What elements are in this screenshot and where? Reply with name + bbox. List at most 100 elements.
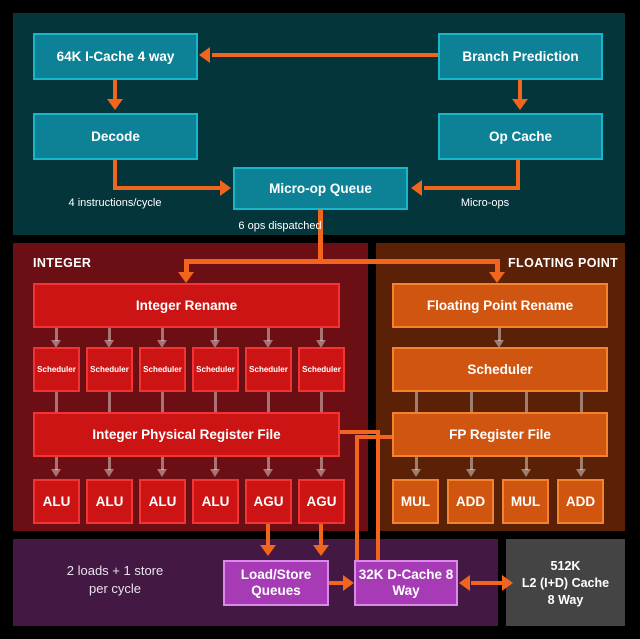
connector-opcache-to-queue <box>424 186 520 190</box>
block-integer-alu-1-label: ALU <box>42 493 71 509</box>
arrowhead-opcache-to-queue <box>411 180 422 196</box>
arrowhead-dcache-l2-left <box>459 575 470 591</box>
block-fp-mul-2[interactable]: MUL <box>502 479 549 524</box>
connector-decode-to-queue <box>113 186 221 190</box>
block-icache[interactable]: 64K I-Cache 4 way <box>33 33 198 80</box>
block-d-cache-label: 32K D-Cache 8 Way <box>358 567 454 598</box>
arrowhead-sched-exec-6 <box>316 469 326 477</box>
block-branch-prediction[interactable]: Branch Prediction <box>438 33 603 80</box>
block-integer-register-file[interactable]: Integer Physical Register File <box>33 412 340 457</box>
block-decode[interactable]: Decode <box>33 113 198 160</box>
block-integer-alu-4[interactable]: ALU <box>192 479 239 524</box>
connector-fprf-left <box>355 435 395 439</box>
arrowhead-sched-exec-1 <box>51 469 61 477</box>
arrowhead-fp-sched-exec-2 <box>466 469 476 477</box>
block-branch-prediction-label: Branch Prediction <box>462 48 579 64</box>
connector-dispatch-trunk <box>318 210 323 263</box>
arrowhead-lsq-to-dcache <box>343 575 354 591</box>
connector-icache-to-decode <box>113 80 117 100</box>
connector-iprf-down-to-dcache <box>376 430 380 560</box>
block-integer-scheduler-1[interactable]: Scheduler <box>33 347 80 392</box>
block-microop-queue[interactable]: Micro-op Queue <box>233 167 408 210</box>
block-d-cache[interactable]: 32K D-Cache 8 Way <box>354 560 458 606</box>
block-integer-agu-1[interactable]: AGU <box>245 479 292 524</box>
arrowhead-icache-to-decode <box>107 99 123 110</box>
arrowhead-bp-to-opcache <box>512 99 528 110</box>
arrowhead-sched-exec-2 <box>104 469 114 477</box>
block-fp-add-1[interactable]: ADD <box>447 479 494 524</box>
block-icache-label: 64K I-Cache 4 way <box>56 48 175 64</box>
block-integer-alu-1[interactable]: ALU <box>33 479 80 524</box>
block-fp-mul-1-label: MUL <box>400 493 431 509</box>
arrowhead-decode-to-queue <box>220 180 231 196</box>
arrowhead-fp-sched-exec-3 <box>521 469 531 477</box>
block-microop-queue-label: Micro-op Queue <box>269 180 372 196</box>
block-integer-scheduler-6[interactable]: Scheduler <box>298 347 345 392</box>
connector-iprf-right <box>340 430 380 434</box>
block-integer-alu-4-label: ALU <box>201 493 230 509</box>
block-integer-scheduler-1-label: Scheduler <box>37 364 76 374</box>
block-integer-scheduler-5[interactable]: Scheduler <box>245 347 292 392</box>
block-integer-rename[interactable]: Integer Rename <box>33 283 340 328</box>
arrowhead-sched-exec-4 <box>210 469 220 477</box>
arrowhead-fp-sched-exec-4 <box>576 469 586 477</box>
label-instructions-per-cycle: 4 instructions/cycle <box>68 197 162 209</box>
block-fp-rename-label: Floating Point Rename <box>426 297 574 313</box>
connector-bp-to-opcache <box>518 80 522 100</box>
connector-dispatch-left <box>184 259 323 264</box>
block-fp-register-file[interactable]: FP Register File <box>392 412 608 457</box>
arrowhead-fp-sched-exec-1 <box>411 469 421 477</box>
block-integer-alu-3[interactable]: ALU <box>139 479 186 524</box>
block-fp-mul-2-label: MUL <box>510 493 541 509</box>
block-integer-rename-label: Integer Rename <box>135 297 238 313</box>
block-fp-mul-1[interactable]: MUL <box>392 479 439 524</box>
block-integer-scheduler-5-label: Scheduler <box>249 364 288 374</box>
block-integer-alu-2[interactable]: ALU <box>86 479 133 524</box>
block-integer-register-file-label: Integer Physical Register File <box>92 426 281 442</box>
block-fp-scheduler[interactable]: Scheduler <box>392 347 608 392</box>
block-integer-scheduler-6-label: Scheduler <box>302 364 341 374</box>
block-integer-agu-2-label: AGU <box>306 493 337 509</box>
arrowhead-sched-exec-3 <box>157 469 167 477</box>
block-fp-add-2-label: ADD <box>565 493 596 509</box>
label-ops-dispatched: 6 ops dispatched <box>238 220 322 232</box>
connector-dcache-l2 <box>471 581 503 585</box>
block-load-store-queues-label: Load/Store Queues <box>240 567 312 598</box>
block-integer-alu-3-label: ALU <box>148 493 177 509</box>
block-fp-rename[interactable]: Floating Point Rename <box>392 283 608 328</box>
connector-dispatch-right <box>318 259 500 264</box>
integer-section-title: INTEGER <box>33 256 92 270</box>
block-op-cache-label: Op Cache <box>488 128 553 144</box>
block-integer-agu-2[interactable]: AGU <box>298 479 345 524</box>
block-fp-add-1-label: ADD <box>455 493 486 509</box>
arrowhead-agu2-to-lsq <box>313 545 329 556</box>
block-fp-register-file-label: FP Register File <box>449 426 551 442</box>
block-fp-scheduler-label: Scheduler <box>467 361 533 377</box>
floating-point-section-title: FLOATING POINT <box>508 256 619 270</box>
arrowhead-bp-to-icache <box>199 47 210 63</box>
block-integer-scheduler-2[interactable]: Scheduler <box>86 347 133 392</box>
block-integer-scheduler-3-label: Scheduler <box>143 364 182 374</box>
connector-agu2-to-lsq <box>319 524 323 546</box>
block-load-store-queues[interactable]: Load/Store Queues <box>223 560 329 606</box>
cpu-architecture-diagram: 64K I-Cache 4 way Decode Branch Predicti… <box>0 0 640 639</box>
label-loads-stores-per-cycle: 2 loads + 1 store per cycle <box>66 563 164 596</box>
arrowhead-dispatch-to-fp <box>489 272 505 283</box>
arrowhead-sched-exec-5 <box>263 469 273 477</box>
connector-bp-to-icache <box>212 53 438 57</box>
connector-dispatch-right-down <box>495 259 500 273</box>
arrowhead-dispatch-to-integer <box>178 272 194 283</box>
block-op-cache[interactable]: Op Cache <box>438 113 603 160</box>
block-integer-scheduler-3[interactable]: Scheduler <box>139 347 186 392</box>
block-integer-alu-2-label: ALU <box>95 493 124 509</box>
connector-fprf-down-to-dcache <box>355 435 359 560</box>
block-integer-agu-1-label: AGU <box>253 493 284 509</box>
block-integer-scheduler-2-label: Scheduler <box>90 364 129 374</box>
connector-agu1-to-lsq <box>266 524 270 546</box>
block-fp-add-2[interactable]: ADD <box>557 479 604 524</box>
connector-dispatch-left-down <box>184 259 189 273</box>
block-decode-label: Decode <box>91 128 140 144</box>
label-l2-cache: 512K L2 (I+D) Cache 8 Way <box>521 559 610 607</box>
block-integer-scheduler-4[interactable]: Scheduler <box>192 347 239 392</box>
label-micro-ops: Micro-ops <box>460 197 510 209</box>
